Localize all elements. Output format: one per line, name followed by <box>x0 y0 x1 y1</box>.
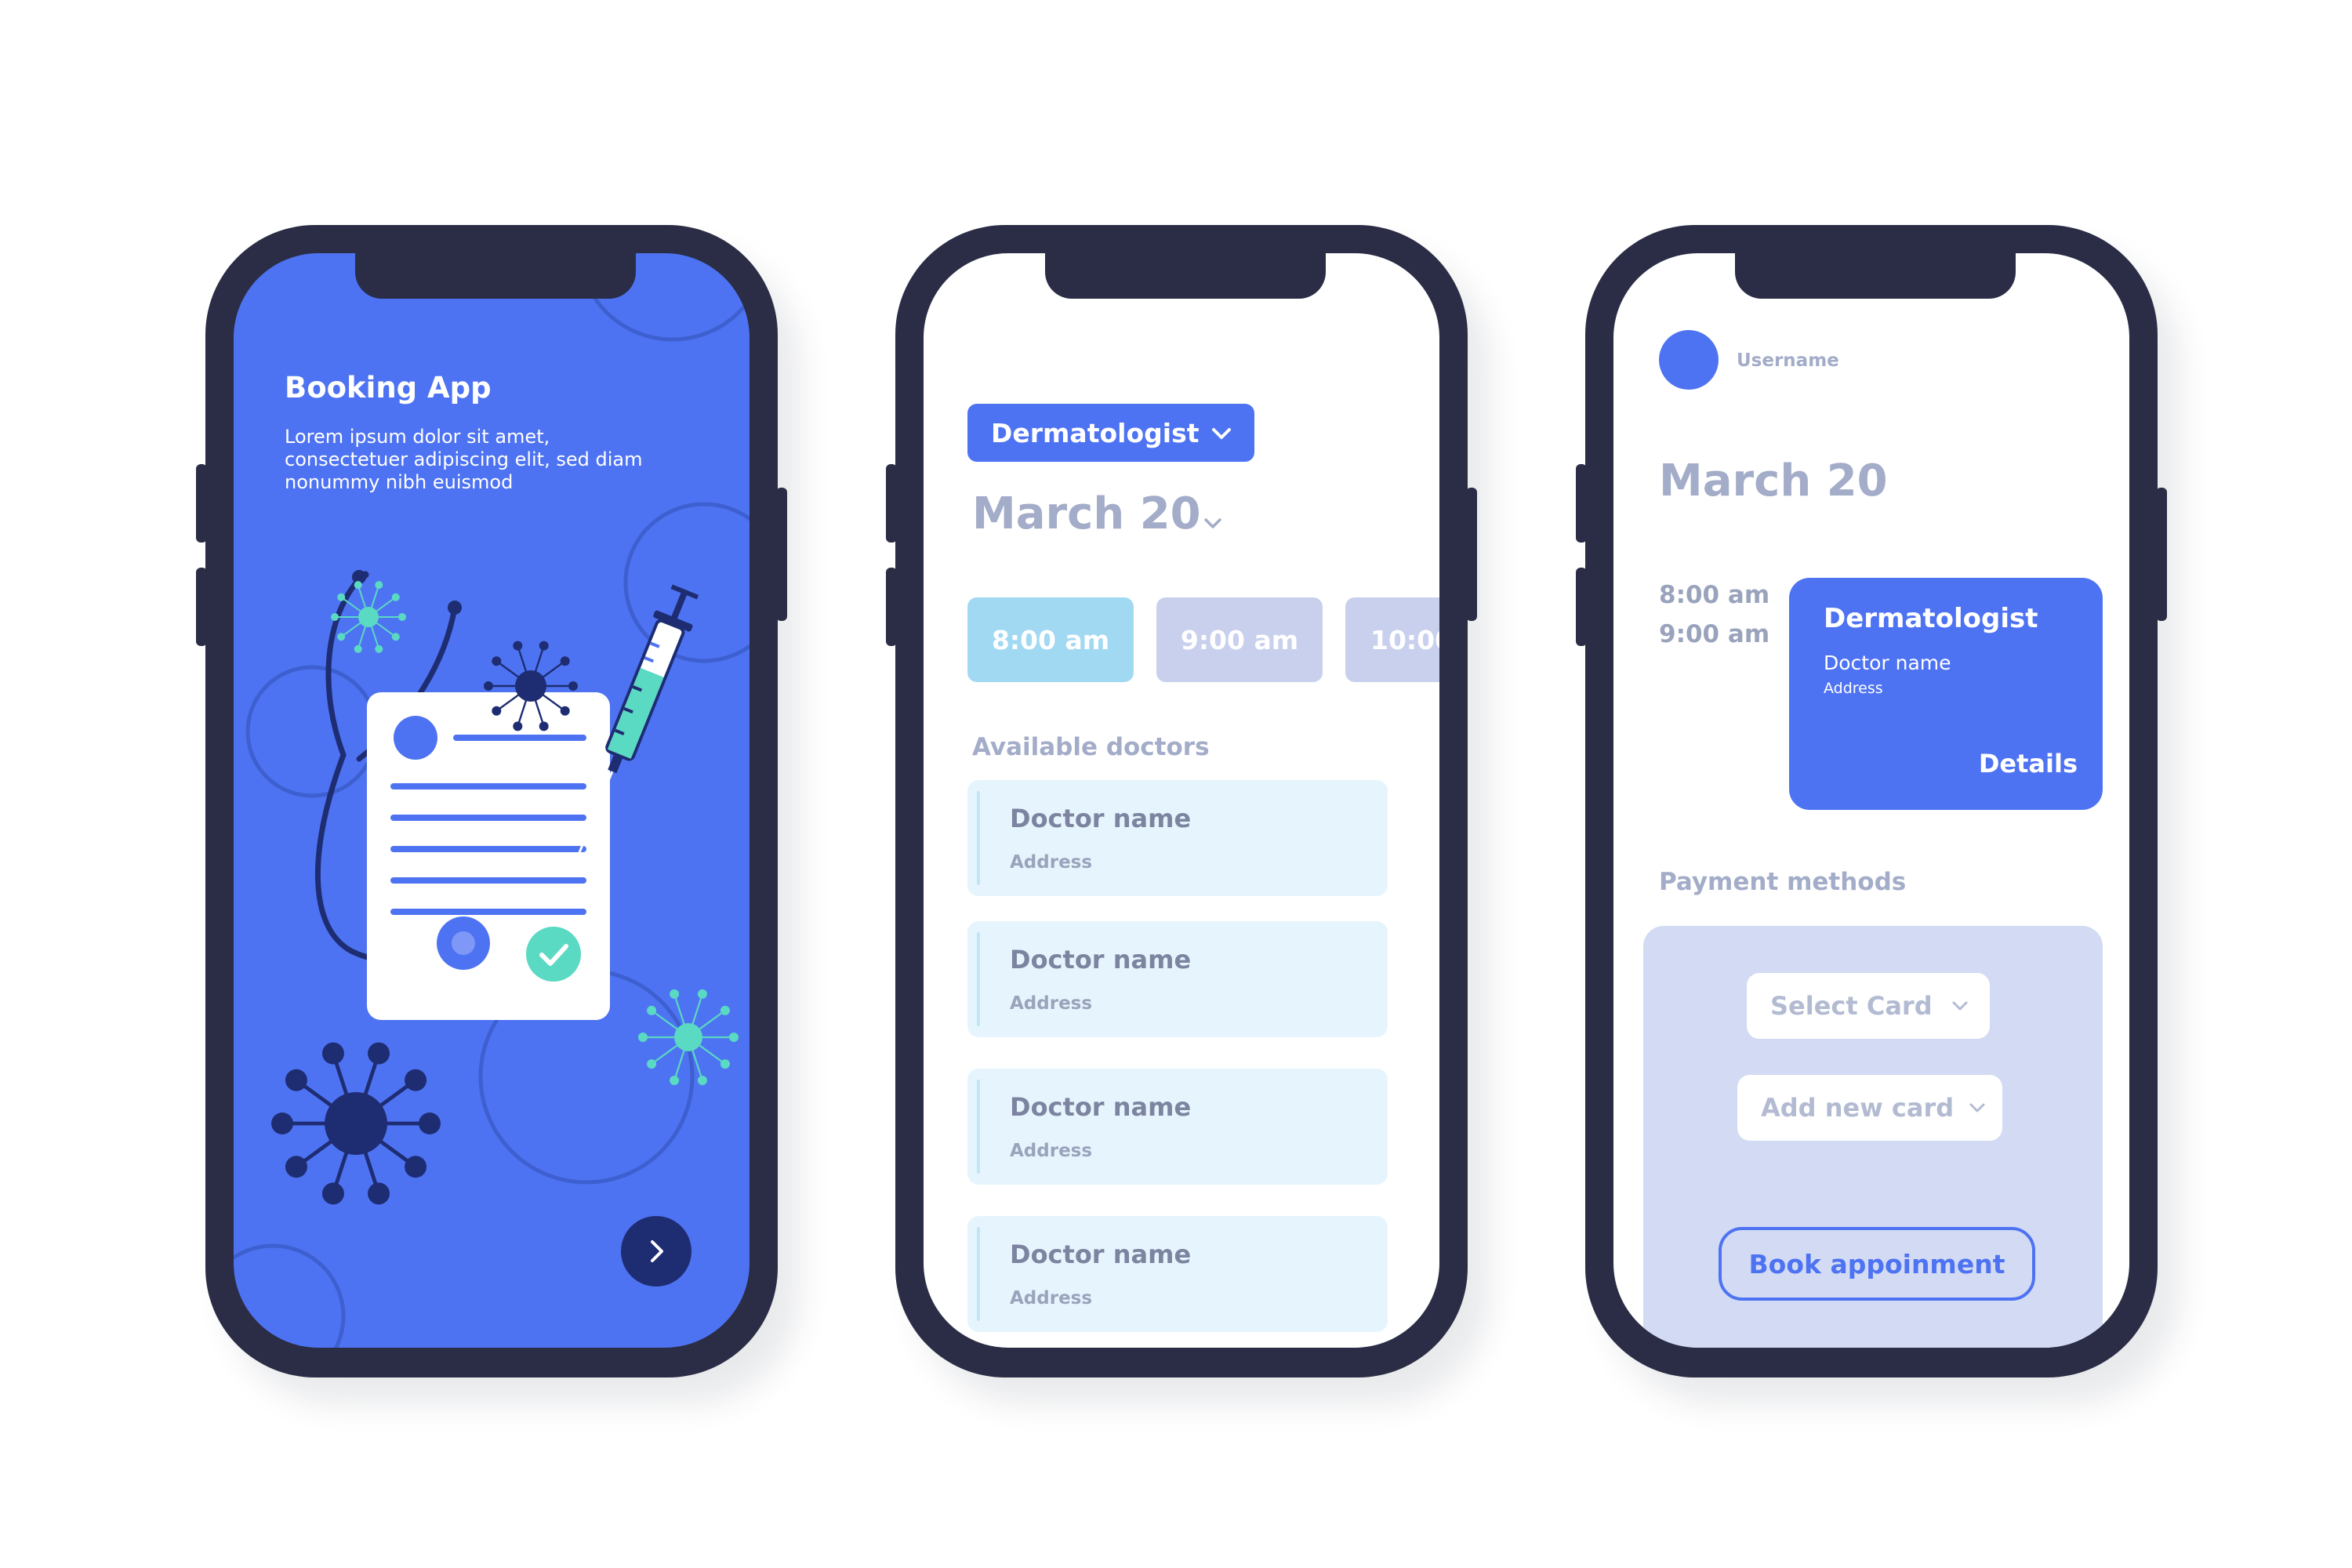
card-accent-bar <box>977 1080 980 1174</box>
appointment-address: Address <box>1824 680 1883 697</box>
volume-down-button <box>886 568 897 646</box>
phone-appointment-summary: Username March 20 8:00 am 9:00 am Dermat… <box>1576 225 2167 1377</box>
appointment-specialty: Dermatologist <box>1824 603 2038 634</box>
payment-methods-label: Payment methods <box>1659 868 1907 896</box>
add-new-card-label: Add new card <box>1761 1093 1955 1123</box>
time-slot-label: 10:00 <box>1370 624 1439 655</box>
add-new-card-dropdown[interactable]: Add new card <box>1737 1075 2002 1141</box>
screen-appointment-summary: Username March 20 8:00 am 9:00 am Dermat… <box>1613 253 2129 1348</box>
specialty-dropdown[interactable]: Dermatologist <box>967 404 1254 462</box>
volume-up-button <box>196 464 207 543</box>
date-label: March 20 <box>1659 456 1888 506</box>
doctor-address: Address <box>1010 993 1093 1014</box>
time-slot-9am[interactable]: 9:00 am <box>1156 597 1323 682</box>
time-slot-label: 8:00 am <box>991 624 1110 655</box>
doctor-name: Doctor name <box>1010 945 1192 975</box>
chevron-down-icon <box>1969 1103 1985 1112</box>
doctor-card[interactable]: Doctor name Address <box>967 921 1388 1037</box>
select-card-label: Select Card <box>1770 991 1933 1021</box>
available-doctors-label: Available doctors <box>972 733 1210 761</box>
book-appointment-button[interactable]: Book appoinment <box>1719 1227 2035 1301</box>
username: Username <box>1737 350 1839 371</box>
doctor-address: Address <box>1010 1288 1093 1308</box>
chevron-down-icon <box>1952 1001 1968 1011</box>
doctor-name: Doctor name <box>1010 1240 1192 1269</box>
doctor-card[interactable]: Doctor name Address <box>967 780 1388 896</box>
doctor-address: Address <box>1010 852 1093 873</box>
time-slot-10am[interactable]: 10:00 <box>1345 597 1439 682</box>
phone-booking-intro: Booking App Lorem ipsum dolor sit amet, … <box>196 225 787 1377</box>
phone-doctor-search: Dermatologist March 20 8:00 am 9:00 am 1… <box>886 225 1477 1377</box>
notch <box>1735 253 2016 299</box>
doctor-address: Address <box>1010 1141 1093 1161</box>
appointment-doctor: Doctor name <box>1824 652 1951 674</box>
screen-booking-intro: Booking App Lorem ipsum dolor sit amet, … <box>234 253 750 1348</box>
volume-up-button <box>886 464 897 543</box>
notch <box>355 253 636 299</box>
doctor-card[interactable]: Doctor name Address <box>967 1216 1388 1332</box>
time-slot-label: 9:00 am <box>1180 624 1299 655</box>
chevron-right-icon <box>651 1240 663 1262</box>
card-accent-bar <box>977 1227 980 1321</box>
volume-up-button <box>1576 464 1587 543</box>
volume-down-button <box>196 568 207 646</box>
date-selector[interactable]: March 20 <box>972 488 1286 551</box>
card-accent-bar <box>977 932 980 1026</box>
time-end: 9:00 am <box>1659 620 1770 648</box>
virus-icon <box>271 581 739 1205</box>
screen-doctor-search: Dermatologist March 20 8:00 am 9:00 am 1… <box>924 253 1439 1348</box>
volume-down-button <box>1576 568 1587 646</box>
next-button[interactable] <box>621 1216 691 1287</box>
time-slot-8am[interactable]: 8:00 am <box>967 597 1134 682</box>
time-start: 8:00 am <box>1659 581 1770 609</box>
avatar[interactable] <box>1659 330 1719 390</box>
chevron-down-icon <box>1212 428 1231 439</box>
card-accent-bar <box>977 791 980 885</box>
chevron-down-icon <box>1204 518 1221 528</box>
power-button <box>1466 488 1477 621</box>
doctor-name: Doctor name <box>1010 804 1192 833</box>
power-button <box>776 488 787 621</box>
details-link[interactable]: Details <box>1979 749 2078 779</box>
doctor-card[interactable]: Doctor name Address <box>967 1069 1388 1185</box>
appointment-card[interactable]: Dermatologist Doctor name Address Detail… <box>1789 578 2103 810</box>
select-card-dropdown[interactable]: Select Card <box>1747 973 1990 1039</box>
doctor-name: Doctor name <box>1010 1092 1192 1122</box>
power-button <box>2156 488 2167 621</box>
date-label: March 20 <box>972 488 1201 539</box>
notch <box>1045 253 1326 299</box>
specialty-dropdown-label: Dermatologist <box>991 417 1200 448</box>
